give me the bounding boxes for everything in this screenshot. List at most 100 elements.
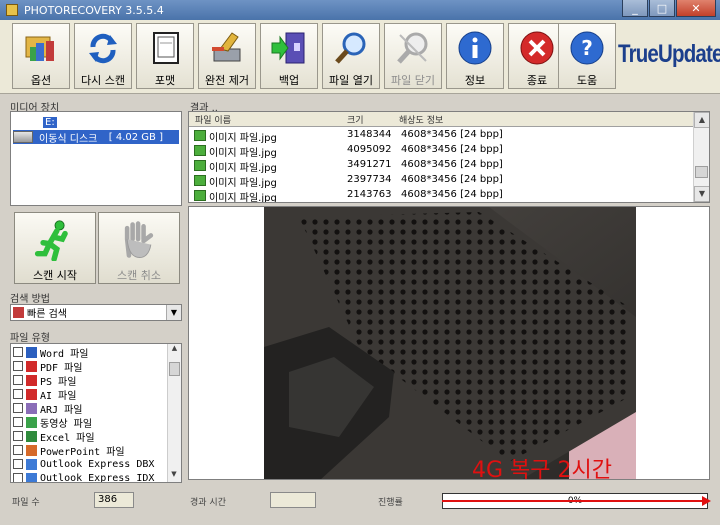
close-window-button[interactable]: ✕ bbox=[676, 0, 716, 17]
options-icon bbox=[21, 28, 61, 67]
minimize-button[interactable]: _ bbox=[622, 0, 648, 17]
file-types-label: 파일 유형 bbox=[10, 333, 50, 344]
list-item[interactable]: 동영상 파일 bbox=[13, 415, 92, 430]
wipe-icon bbox=[207, 28, 247, 67]
format-button[interactable]: 포맷 bbox=[136, 23, 194, 89]
col-info[interactable]: 해상도 정보 bbox=[399, 113, 443, 126]
scroll-up-icon[interactable]: ▲ bbox=[694, 112, 709, 128]
checkbox[interactable] bbox=[13, 473, 23, 482]
checkbox[interactable] bbox=[13, 417, 23, 427]
table-row[interactable]: 이미지 파일.jpg 2397734 4608*3456 [24 bpp] bbox=[189, 173, 695, 189]
info-button[interactable]: 정보 bbox=[446, 23, 504, 89]
list-item[interactable]: Outlook Express IDX bbox=[13, 471, 154, 482]
checkbox[interactable] bbox=[13, 375, 23, 385]
scroll-up-icon[interactable]: ▲ bbox=[168, 344, 181, 356]
checkbox[interactable] bbox=[13, 431, 23, 441]
outlook-icon bbox=[26, 472, 37, 482]
checkbox[interactable] bbox=[13, 459, 23, 469]
status-bar: 파일 수 386 경과 시간 진행률 0% bbox=[0, 486, 720, 525]
list-item[interactable]: Word 파일 bbox=[13, 345, 89, 360]
table-row[interactable]: 이미지 파일.jpg 2143763 4608*3456 [24 bpp] bbox=[189, 188, 695, 202]
backup-button[interactable]: 백업 bbox=[260, 23, 318, 89]
red-arrow-annotation bbox=[442, 496, 711, 506]
image-file-icon bbox=[194, 130, 206, 141]
results-scrollbar[interactable]: ▲ ▼ bbox=[693, 112, 709, 202]
list-item[interactable]: ARJ 파일 bbox=[13, 401, 82, 416]
trueupdate-logo: TrueUpdate bbox=[618, 40, 720, 68]
drive-item-removable[interactable]: 이동식 디스크 [ 4.02 GB ] bbox=[13, 130, 179, 145]
elapsed-value bbox=[270, 492, 316, 508]
file-count-value: 386 bbox=[94, 492, 134, 508]
list-item[interactable]: PS 파일 bbox=[13, 373, 76, 388]
powerpoint-icon bbox=[26, 444, 37, 456]
help-icon: ? bbox=[567, 28, 607, 67]
scroll-down-icon[interactable]: ▼ bbox=[694, 186, 709, 202]
arj-icon bbox=[26, 402, 37, 414]
list-item[interactable]: PDF 파일 bbox=[13, 359, 82, 374]
drive-item-letter[interactable]: E: bbox=[43, 115, 57, 129]
checkbox[interactable] bbox=[13, 389, 23, 399]
overlay-annotation: 4G 복구 2시간 bbox=[472, 458, 612, 483]
svg-text:?: ? bbox=[581, 36, 593, 60]
format-icon bbox=[145, 28, 185, 67]
pdf-icon bbox=[26, 360, 37, 372]
checkbox[interactable] bbox=[13, 445, 23, 455]
excel-icon bbox=[26, 430, 37, 442]
image-file-icon bbox=[194, 145, 206, 156]
scroll-thumb[interactable] bbox=[169, 362, 180, 376]
maximize-button[interactable]: □ bbox=[649, 0, 675, 17]
preview-photo bbox=[264, 207, 636, 479]
open-file-button[interactable]: 파일 열기 bbox=[322, 23, 380, 89]
table-row[interactable]: 이미지 파일.jpg 3148344 4608*3456 [24 bpp] bbox=[189, 128, 695, 144]
drive-list: E: 이동식 디스크 [ 4.02 GB ] bbox=[10, 111, 182, 206]
magnifier-icon bbox=[331, 28, 371, 67]
list-item[interactable]: PowerPoint 파일 bbox=[13, 443, 125, 458]
results-header: 파일 이름 크기 해상도 정보 bbox=[189, 112, 695, 127]
close-file-button[interactable]: 파일 닫기 bbox=[384, 23, 442, 89]
checkbox[interactable] bbox=[13, 347, 23, 357]
title-bar: PHOTORECOVERY 3.5.5.4 _ □ ✕ bbox=[0, 0, 720, 20]
image-file-icon bbox=[194, 190, 206, 201]
image-preview bbox=[188, 206, 710, 480]
list-item[interactable]: Excel 파일 bbox=[13, 429, 95, 444]
video-icon bbox=[26, 416, 37, 428]
search-mode-icon bbox=[13, 307, 24, 318]
drive-icon bbox=[13, 131, 33, 143]
backup-icon bbox=[269, 28, 309, 67]
outlook-icon bbox=[26, 458, 37, 470]
scroll-thumb[interactable] bbox=[695, 166, 708, 178]
table-row[interactable]: 이미지 파일.jpg 3491271 4608*3456 [24 bpp] bbox=[189, 158, 695, 174]
ai-icon bbox=[26, 388, 37, 400]
word-icon bbox=[26, 346, 37, 358]
elapsed-label: 경과 시간 bbox=[190, 498, 226, 508]
wipe-button[interactable]: 완전 제거 bbox=[198, 23, 256, 89]
hand-stop-icon bbox=[124, 221, 154, 258]
list-item[interactable]: AI 파일 bbox=[13, 387, 76, 402]
window-controls: _ □ ✕ bbox=[621, 0, 716, 17]
checkbox[interactable] bbox=[13, 361, 23, 371]
table-row[interactable]: 이미지 파일.jpg 4095092 4608*3456 [24 bpp] bbox=[189, 143, 695, 159]
rescan-button[interactable]: 다시 스캔 bbox=[74, 23, 132, 89]
image-file-icon bbox=[194, 175, 206, 186]
results-table: 파일 이름 크기 해상도 정보 이미지 파일.jpg 3148344 4608*… bbox=[188, 111, 710, 203]
col-name[interactable]: 파일 이름 bbox=[195, 113, 231, 126]
list-item[interactable]: Outlook Express DBX bbox=[13, 457, 154, 471]
checkbox[interactable] bbox=[13, 403, 23, 413]
cancel-scan-button[interactable]: 스캔 취소 bbox=[98, 212, 180, 284]
app-icon bbox=[6, 4, 18, 16]
file-count-label: 파일 수 bbox=[12, 498, 40, 508]
running-man-icon bbox=[34, 220, 68, 261]
progress-label: 진행률 bbox=[378, 498, 403, 508]
info-icon bbox=[455, 28, 495, 67]
start-scan-button[interactable]: 스캔 시작 bbox=[14, 212, 96, 284]
col-size[interactable]: 크기 bbox=[347, 113, 364, 126]
ps-icon bbox=[26, 374, 37, 386]
image-file-icon bbox=[194, 160, 206, 171]
chevron-down-icon[interactable]: ▼ bbox=[166, 305, 181, 320]
search-method-select[interactable]: 빠른 검색 ▼ bbox=[10, 304, 182, 321]
rescan-icon bbox=[83, 28, 123, 67]
type-list-scrollbar[interactable]: ▲ ▼ bbox=[167, 344, 181, 482]
help-button[interactable]: ? 도움 bbox=[558, 23, 616, 89]
scroll-down-icon[interactable]: ▼ bbox=[168, 470, 180, 482]
options-button[interactable]: 옵션 bbox=[12, 23, 70, 89]
